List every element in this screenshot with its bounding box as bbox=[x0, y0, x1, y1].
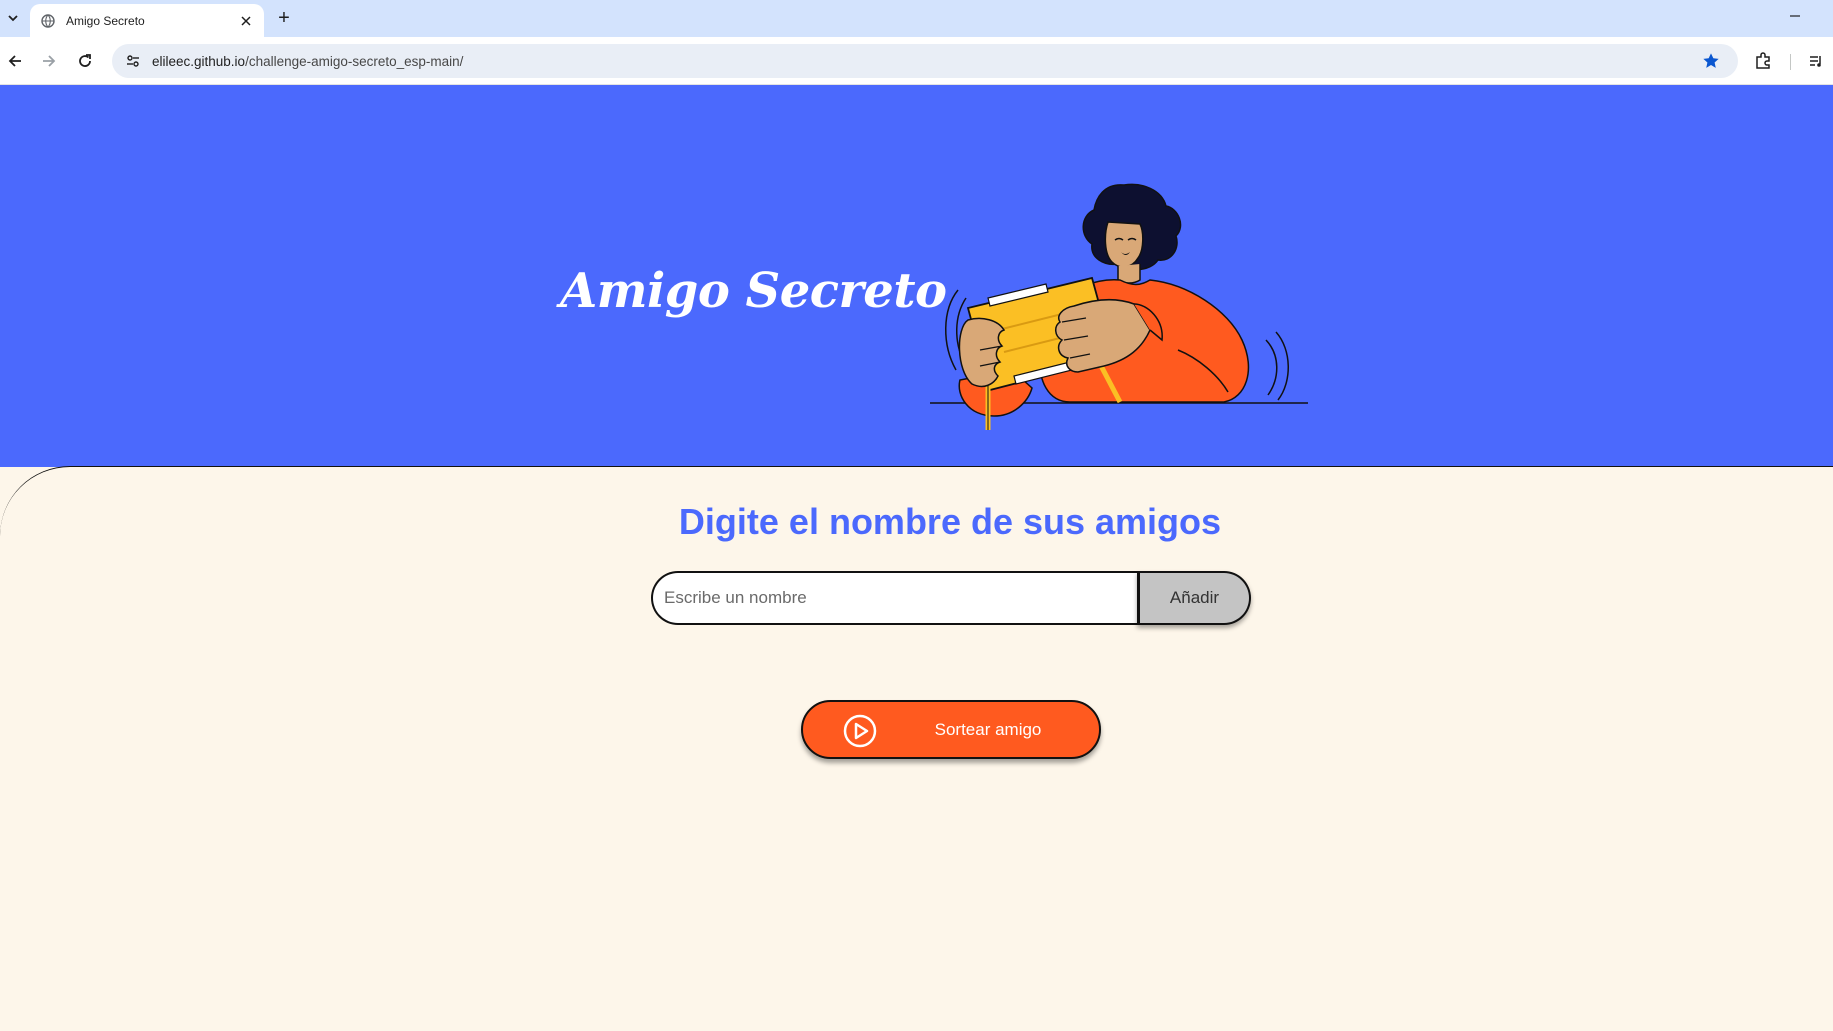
hero-header: Amigo Secreto bbox=[0, 85, 1833, 467]
name-input[interactable] bbox=[651, 571, 1141, 625]
toolbar-divider bbox=[1790, 54, 1791, 70]
url-text: elileec.github.io/challenge-amigo-secret… bbox=[152, 54, 1696, 69]
extensions-icon[interactable] bbox=[1750, 48, 1776, 74]
add-friend-form: Añadir bbox=[651, 571, 1251, 625]
url-host: elileec.github.io bbox=[152, 53, 246, 69]
tab-title: Amigo Secreto bbox=[66, 13, 145, 28]
close-icon[interactable] bbox=[236, 11, 256, 31]
page-content: Amigo Secreto Digite el nombre de sus am… bbox=[0, 85, 1833, 1031]
reload-icon[interactable] bbox=[72, 48, 98, 74]
section-title: Digite el nombre de sus amigos bbox=[678, 501, 1222, 542]
forward-arrow-icon[interactable] bbox=[36, 48, 62, 74]
site-info-icon[interactable] bbox=[118, 46, 148, 76]
page-title: Amigo Secreto bbox=[560, 263, 947, 319]
draw-button-label: Sortear amigo bbox=[934, 719, 1042, 739]
minimize-window-button[interactable] bbox=[1783, 4, 1807, 28]
media-control-icon[interactable] bbox=[1803, 48, 1829, 74]
person-playing-illustration bbox=[930, 183, 1308, 430]
tab-search-icon[interactable] bbox=[2, 6, 24, 30]
url-path: /challenge-amigo-secreto_esp-main/ bbox=[245, 53, 464, 69]
globe-icon bbox=[40, 13, 56, 29]
browser-tab-strip: Amigo Secreto + bbox=[0, 0, 1833, 37]
address-bar[interactable]: elileec.github.io/challenge-amigo-secret… bbox=[112, 44, 1738, 78]
add-button[interactable]: Añadir bbox=[1137, 571, 1251, 625]
browser-tab[interactable]: Amigo Secreto bbox=[30, 4, 264, 37]
new-tab-button[interactable]: + bbox=[272, 6, 296, 30]
draw-friend-button[interactable]: Sortear amigo bbox=[801, 700, 1101, 759]
browser-toolbar: elileec.github.io/challenge-amigo-secret… bbox=[0, 37, 1833, 85]
back-arrow-icon[interactable] bbox=[2, 48, 28, 74]
play-circle-icon bbox=[843, 714, 877, 748]
bookmark-star-icon[interactable] bbox=[1696, 46, 1726, 76]
